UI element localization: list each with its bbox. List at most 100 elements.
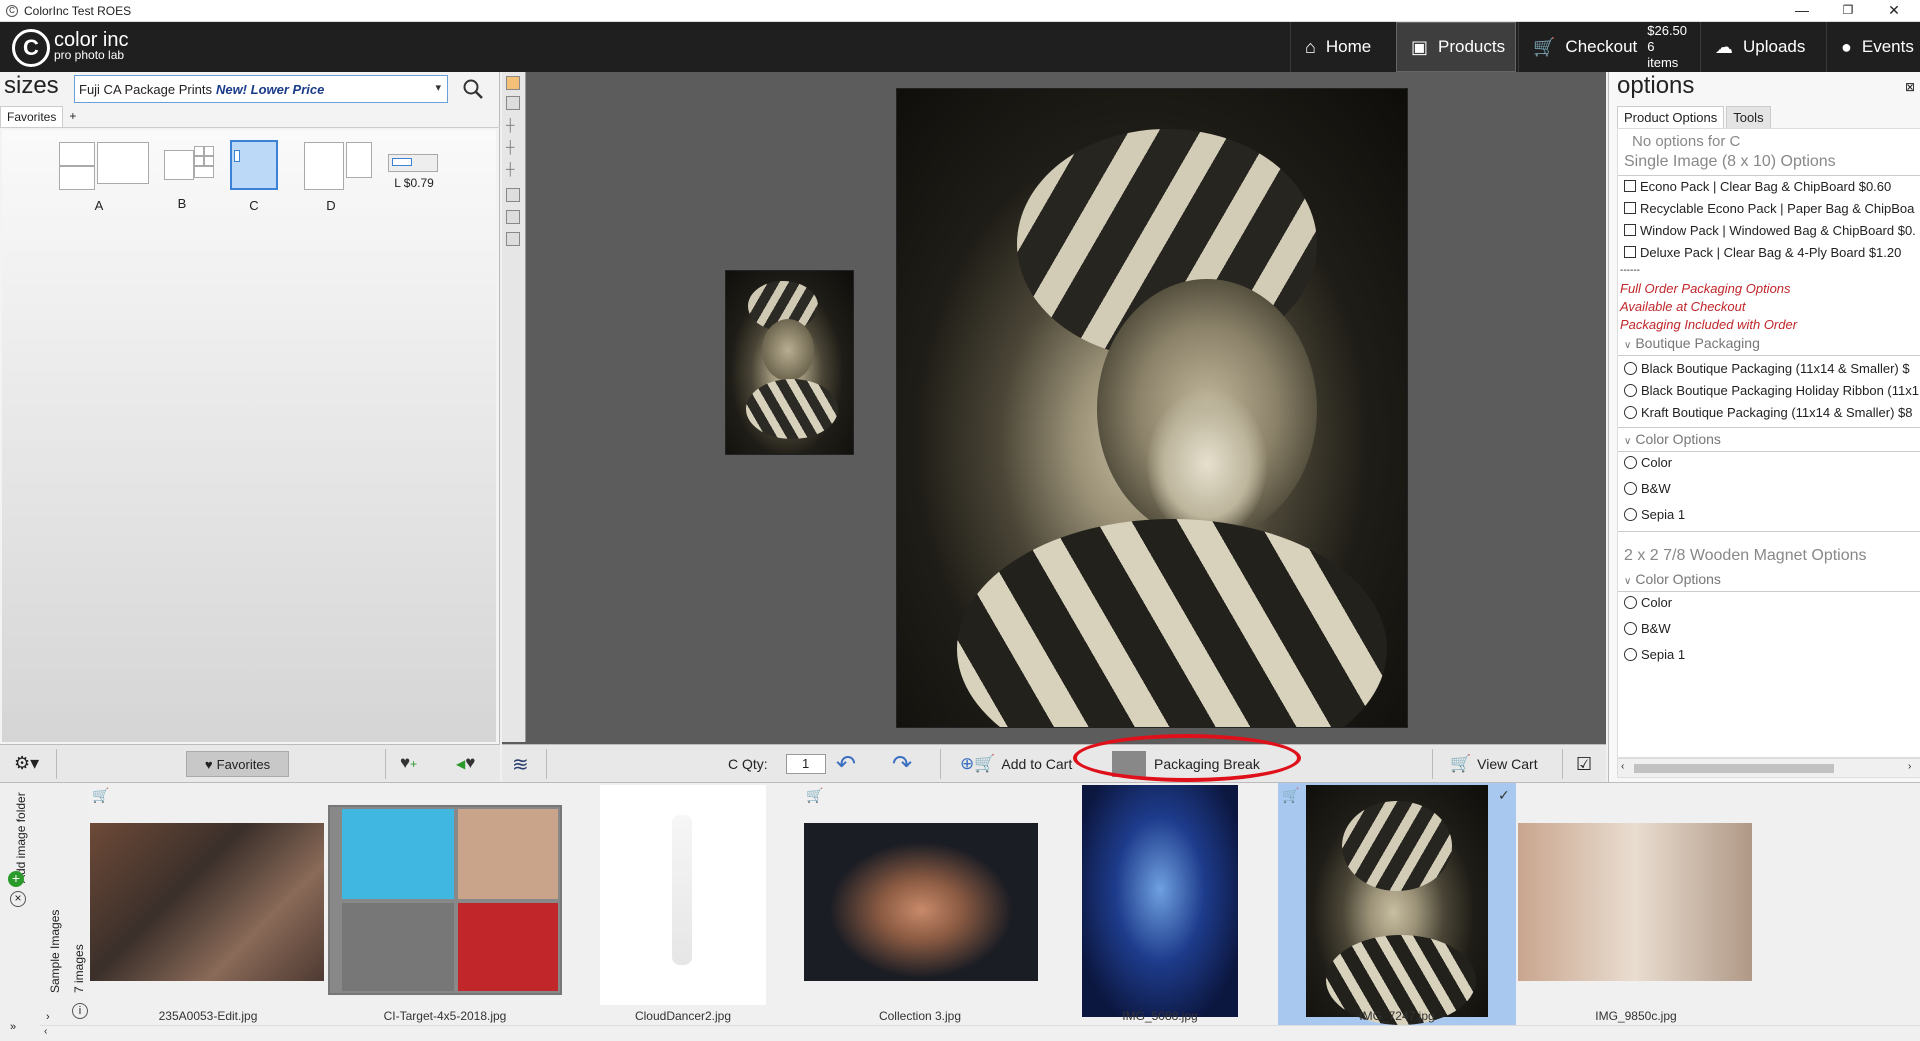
- app-icon: C: [6, 4, 18, 17]
- events-user-icon: ●: [1841, 36, 1852, 57]
- color-option[interactable]: Sepia 1: [1624, 507, 1685, 522]
- view-cart-button[interactable]: 🛒 View Cart: [1450, 745, 1538, 783]
- selected-check-icon: ✓: [1498, 787, 1510, 803]
- tab-tools[interactable]: Tools: [1726, 106, 1771, 128]
- restore-button[interactable]: ❐: [1826, 0, 1870, 22]
- product-select-value: Fuji CA Package Prints: [79, 81, 212, 97]
- pack-option[interactable]: Window Pack | Windowed Bag & ChipBoard $…: [1624, 223, 1916, 238]
- nav-events-label: Events: [1861, 37, 1914, 56]
- remove-favorite-icon[interactable]: ◀♥: [456, 753, 475, 773]
- fill-icon[interactable]: [506, 210, 520, 224]
- nav-uploads-button[interactable]: ☁ Uploads: [1700, 22, 1824, 72]
- filmstrip-thumb[interactable]: 🛒 Collection 3.jpg: [800, 783, 1040, 1025]
- pack-option[interactable]: Recyclable Econo Pack | Paper Bag & Chip…: [1624, 201, 1914, 216]
- size-tile-c[interactable]: C: [228, 138, 282, 218]
- full-order-note: Packaging Included with Order: [1620, 317, 1798, 332]
- size-tile-label: L $0.79: [394, 176, 434, 190]
- package-preview-small[interactable]: [725, 270, 854, 455]
- align-icon[interactable]: ┼: [506, 162, 520, 176]
- hand-tool-icon[interactable]: [506, 76, 520, 90]
- filmstrip-thumb[interactable]: IMG_9850c.jpg: [1516, 783, 1756, 1025]
- expand-icon[interactable]: ›: [46, 1011, 50, 1023]
- tab-product-options[interactable]: Product Options: [1617, 106, 1725, 128]
- remove-folder-icon[interactable]: ×: [10, 891, 26, 907]
- undo-button[interactable]: ↶: [836, 745, 856, 783]
- thumb-filename: CI-Target-4x5-2018.jpg: [383, 1009, 507, 1023]
- boutique-header[interactable]: ∨ Boutique Packaging: [1624, 335, 1760, 351]
- favorites-button-label: Favorites: [216, 756, 271, 772]
- info-icon[interactable]: i: [72, 1003, 88, 1019]
- window-titlebar: C ColorInc Test ROES — ❐ ✕: [0, 0, 1920, 22]
- magnet-options-header: 2 x 2 7/8 Wooden Magnet Options: [1624, 547, 1867, 564]
- filmstrip-thumb[interactable]: CloudDancer2.jpg: [600, 783, 766, 1025]
- boutique-option[interactable]: Black Boutique Packaging Holiday Ribbon …: [1624, 383, 1919, 398]
- scroll-left-icon[interactable]: ‹: [1621, 761, 1624, 772]
- logo: C color inc pro photo lab: [12, 28, 128, 68]
- layers-button[interactable]: ≋: [512, 745, 529, 783]
- scroll-left-icon[interactable]: ‹: [44, 1026, 47, 1037]
- nav-products-button[interactable]: ▣ Products: [1396, 22, 1516, 72]
- size-tile-d[interactable]: D: [302, 140, 376, 218]
- move-tool-icon[interactable]: [506, 96, 520, 110]
- size-tile-l[interactable]: L $0.79: [384, 152, 444, 202]
- add-favorite-icon[interactable]: ♥+: [400, 753, 417, 773]
- magnet-color-option[interactable]: B&W: [1624, 621, 1671, 636]
- in-cart-icon: 🛒: [806, 787, 824, 803]
- crosshair-icon[interactable]: ┼: [506, 118, 520, 132]
- options-tabs: Product Options Tools: [1617, 106, 1771, 128]
- pack-option[interactable]: Econo Pack | Clear Bag & ChipBoard $0.60: [1624, 179, 1891, 194]
- collapse-panel-icon[interactable]: ⊠: [1905, 80, 1915, 94]
- tab-favorites[interactable]: Favorites: [0, 106, 64, 127]
- in-cart-icon: 🛒: [92, 787, 110, 803]
- boutique-option[interactable]: Kraft Boutique Packaging (11x14 & Smalle…: [1624, 405, 1912, 420]
- gear-icon[interactable]: ⚙▾: [14, 753, 39, 774]
- size-tile-b[interactable]: B: [162, 144, 220, 216]
- close-button[interactable]: ✕: [1872, 0, 1916, 22]
- color-options-header[interactable]: ∨ Color Options: [1624, 431, 1721, 447]
- filmstrip-thumb[interactable]: 🛒 235A0053-Edit.jpg: [88, 783, 328, 1025]
- favorites-button[interactable]: ♥ Favorites: [186, 751, 289, 777]
- qty-input[interactable]: 1: [785, 754, 826, 774]
- filmstrip-thumb[interactable]: IMG_5088.jpg: [1080, 783, 1240, 1025]
- chevron-down-icon: ∨: [1624, 576, 1632, 587]
- add-to-cart-button[interactable]: ⊕🛒 Add to Cart: [960, 745, 1072, 783]
- color-option[interactable]: B&W: [1624, 481, 1671, 496]
- nav-products-label: Products: [1438, 37, 1506, 56]
- product-select[interactable]: Fuji CA Package Prints New! Lower Price …: [74, 75, 448, 103]
- add-tab-button[interactable]: +: [63, 106, 82, 127]
- confirm-button[interactable]: ☑: [1576, 745, 1592, 783]
- color-option[interactable]: Color: [1624, 455, 1672, 470]
- add-folder-icon[interactable]: +: [8, 871, 24, 887]
- pack-option[interactable]: Deluxe Pack | Clear Bag & 4-Ply Board $1…: [1624, 245, 1901, 260]
- search-icon[interactable]: [460, 76, 486, 102]
- chevron-down-icon: ▾: [435, 82, 441, 94]
- nav-events-button[interactable]: ● Events: [1826, 22, 1920, 72]
- size-tile-a[interactable]: A: [57, 140, 153, 216]
- scroll-right-icon[interactable]: ›: [1908, 761, 1911, 772]
- filmstrip-thumb-selected[interactable]: 🛒 ✓ IMG_7247.jpg: [1278, 783, 1516, 1025]
- options-title: options: [1617, 72, 1695, 99]
- separator-dashes: ------: [1620, 265, 1640, 276]
- magnet-color-option[interactable]: Sepia 1: [1624, 647, 1685, 662]
- fast-forward-icon[interactable]: »: [10, 1021, 16, 1033]
- boutique-option[interactable]: Black Boutique Packaging (11x14 & Smalle…: [1624, 361, 1910, 376]
- fit-icon[interactable]: [506, 188, 520, 202]
- magnet-color-options-header[interactable]: ∨ Color Options: [1624, 571, 1721, 587]
- options-horizontal-scrollbar[interactable]: ‹ ›: [1617, 758, 1920, 778]
- nav-checkout-button[interactable]: 🛒 Checkout $26.50 6 items: [1518, 22, 1698, 72]
- scrollbar-thumb[interactable]: [1634, 764, 1834, 773]
- crop-icon[interactable]: ┼: [506, 140, 520, 154]
- border-icon[interactable]: [506, 232, 520, 246]
- thumb-filename: IMG_5088.jpg: [1122, 1009, 1198, 1023]
- package-preview-main[interactable]: [896, 88, 1408, 728]
- logo-mark-icon: C: [12, 29, 50, 67]
- filmstrip-scrollbar[interactable]: ‹: [40, 1025, 1920, 1039]
- minimize-button[interactable]: —: [1780, 0, 1824, 22]
- canvas-toolbar: ≋ C Qty: 1 ↶ ↷ ⊕🛒 Add to Cart Packaging …: [502, 744, 1606, 782]
- filmstrip-thumb[interactable]: CI-Target-4x5-2018.jpg: [328, 783, 562, 1025]
- add-cart-icon: ⊕🛒: [960, 754, 996, 773]
- nav-home-button[interactable]: ⌂ Home: [1290, 22, 1394, 72]
- redo-button[interactable]: ↷: [892, 745, 912, 783]
- in-cart-icon: 🛒: [1282, 787, 1300, 803]
- magnet-color-option[interactable]: Color: [1624, 595, 1672, 610]
